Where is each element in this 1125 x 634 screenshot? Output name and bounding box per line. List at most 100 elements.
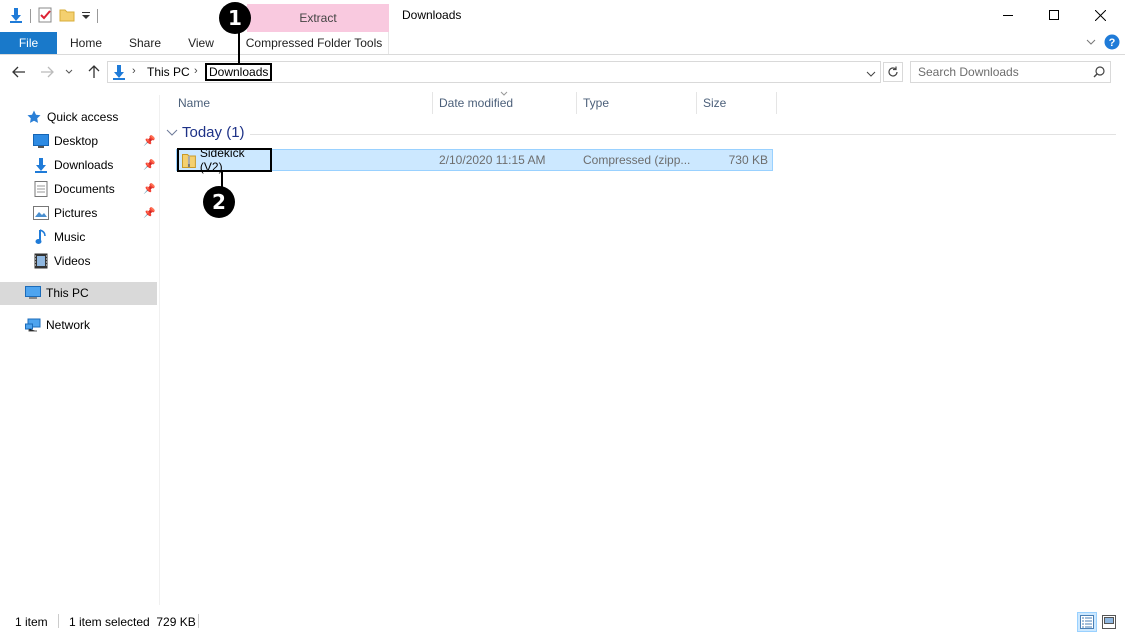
column-divider[interactable] <box>776 92 777 114</box>
sidebar-item-network[interactable]: Network <box>25 314 90 336</box>
breadcrumb-this-pc[interactable]: This PC <box>147 65 190 79</box>
crumb-separator-icon: › <box>132 65 136 77</box>
star-icon <box>26 109 42 125</box>
help-icon: ? <box>1104 34 1120 50</box>
forward-button[interactable] <box>38 62 56 82</box>
file-row[interactable]: Sidekick (V2) 2/10/2020 11:15 AM Compres… <box>176 146 773 174</box>
downloads-arrow-icon <box>8 7 24 26</box>
address-row: › This PC › Downloads <box>0 58 1125 86</box>
recent-locations-button[interactable] <box>63 62 75 82</box>
close-button[interactable] <box>1077 0 1123 30</box>
tab-home[interactable]: Home <box>62 32 110 54</box>
file-type: Compressed (zipp... <box>583 153 691 167</box>
file-name-cell[interactable]: Sidekick (V2) <box>177 146 272 174</box>
sidebar-item-downloads[interactable]: Downloads <box>33 154 113 176</box>
sidebar-item-music[interactable]: Music <box>33 226 85 248</box>
refresh-icon <box>888 66 898 77</box>
sidebar-item-label: Downloads <box>54 158 114 172</box>
expand-ribbon-button[interactable] <box>1085 36 1097 51</box>
minimize-button[interactable] <box>985 0 1031 30</box>
search-input[interactable] <box>918 63 1088 81</box>
status-divider <box>198 614 199 628</box>
tab-compressed-folder-tools[interactable]: Compressed Folder Tools <box>241 32 387 54</box>
back-button[interactable] <box>10 62 28 82</box>
customize-qat-icon[interactable] <box>81 7 91 26</box>
pin-icon: 📌 <box>143 160 156 171</box>
search-box[interactable] <box>910 61 1111 83</box>
crumb-separator-icon: › <box>194 65 198 77</box>
sidebar-item-label: Pictures <box>54 206 98 220</box>
file-date: 2/10/2020 11:15 AM <box>439 153 546 167</box>
pin-icon: 📌 <box>143 184 156 195</box>
sidebar-item-this-pc[interactable]: This PC <box>25 282 89 304</box>
back-arrow-icon <box>12 66 25 78</box>
help-button[interactable]: ? <box>1104 34 1120 53</box>
downloads-location-icon <box>111 64 127 83</box>
download-icon <box>33 157 49 173</box>
callout-2-pointer <box>221 171 223 187</box>
details-view-button[interactable] <box>1077 612 1097 632</box>
tab-file[interactable]: File <box>0 32 57 54</box>
sidebar-item-videos[interactable]: Videos <box>33 250 90 272</box>
minimize-icon <box>1003 15 1013 16</box>
zip-folder-icon <box>182 154 196 168</box>
column-divider[interactable] <box>576 92 577 114</box>
column-header-size[interactable]: Size <box>703 90 726 116</box>
sidebar-item-quick-access[interactable]: Quick access <box>26 106 118 128</box>
breadcrumb-downloads[interactable]: Downloads <box>205 63 273 81</box>
column-header-name[interactable]: Name <box>178 90 210 116</box>
sidebar-item-desktop[interactable]: Desktop <box>33 130 98 152</box>
pin-icon: 📌 <box>143 136 156 147</box>
desktop-icon <box>33 133 49 149</box>
properties-icon[interactable] <box>37 7 53 26</box>
column-divider[interactable] <box>696 92 697 114</box>
status-item-count: 1 item <box>15 615 48 629</box>
close-icon <box>1094 9 1106 21</box>
title-bar: Extract Downloads <box>0 0 1125 32</box>
callout-1: 1 <box>219 2 251 34</box>
qat-divider-2 <box>97 9 98 23</box>
sidebar-item-documents[interactable]: Documents <box>33 178 115 200</box>
large-icons-view-icon <box>1102 615 1116 629</box>
group-divider <box>250 134 1116 135</box>
address-bar[interactable]: › This PC › Downloads <box>107 61 881 83</box>
address-history-button[interactable] <box>866 67 876 81</box>
status-selection: 1 item selected 729 KB <box>69 615 196 629</box>
search-icon[interactable] <box>1093 66 1105 81</box>
sort-chevron-icon <box>500 86 508 100</box>
sidebar-item-label: Videos <box>54 254 91 268</box>
pin-icon: 📌 <box>143 208 156 219</box>
group-header-today[interactable]: Today (1) <box>166 124 245 141</box>
quick-access-toolbar <box>8 6 98 26</box>
column-divider[interactable] <box>432 92 433 114</box>
new-folder-icon[interactable] <box>59 7 75 26</box>
sidebar-item-label: This PC <box>46 286 89 300</box>
refresh-button[interactable] <box>883 62 903 82</box>
extract-context-tab[interactable]: Extract <box>247 4 389 32</box>
large-icons-view-button[interactable] <box>1099 612 1119 632</box>
qat-divider <box>30 9 31 23</box>
sidebar-item-label: Quick access <box>47 110 119 124</box>
sidebar-item-label: Music <box>54 230 86 244</box>
window-title: Downloads <box>402 8 462 22</box>
callout-2: 2 <box>203 186 235 218</box>
documents-icon <box>33 181 49 197</box>
up-arrow-icon <box>88 65 100 78</box>
tab-share[interactable]: Share <box>122 32 168 54</box>
sidebar-item-label: Documents <box>54 182 115 196</box>
computer-icon <box>25 285 41 301</box>
navigation-pane: Quick access Desktop 📌 Downloads 📌 Docum… <box>0 95 160 605</box>
up-button[interactable] <box>85 62 103 82</box>
svg-text:?: ? <box>1109 37 1116 49</box>
pictures-icon <box>33 205 49 221</box>
sidebar-item-pictures[interactable]: Pictures <box>33 202 97 224</box>
file-name: Sidekick (V2) <box>199 146 245 174</box>
sidebar-item-label: Network <box>46 318 91 332</box>
ribbon-tabs: File Home Share View Compressed Folder T… <box>0 32 1125 55</box>
column-header-type[interactable]: Type <box>583 90 609 116</box>
status-bar: 1 item 1 item selected 729 KB <box>0 610 1125 634</box>
network-icon <box>25 317 41 333</box>
maximize-button[interactable] <box>1031 0 1077 30</box>
tab-view[interactable]: View <box>180 32 222 54</box>
callout-1-pointer <box>238 32 240 64</box>
